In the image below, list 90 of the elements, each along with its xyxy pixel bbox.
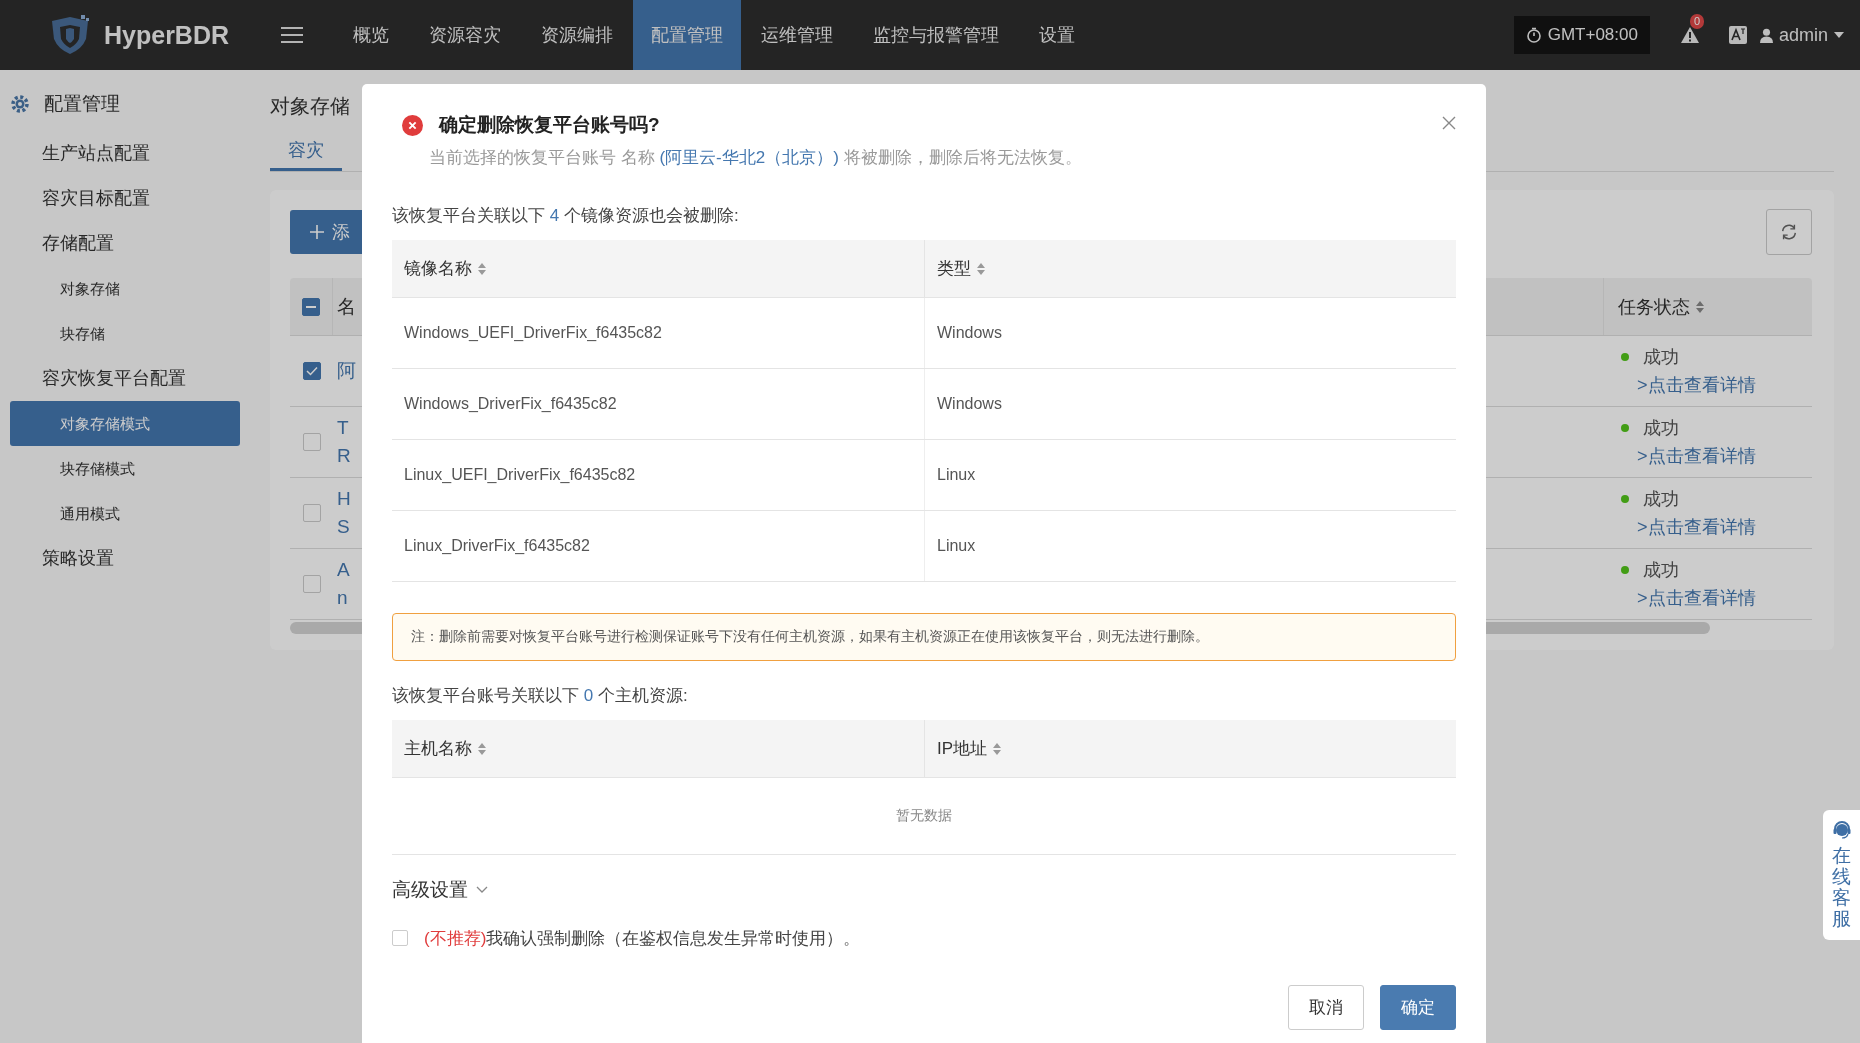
table-cell: Linux_UEFI_DriverFix_f6435c82 — [404, 466, 636, 484]
account-link[interactable]: (阿里云-华北2（北京）) — [659, 148, 839, 167]
chevron-icon[interactable] — [476, 886, 488, 894]
cancel-button[interactable]: 取消 — [1288, 985, 1364, 1030]
account-name-link[interactable]: T — [337, 414, 349, 442]
sidebar-item[interactable]: 存储配置 — [0, 221, 240, 266]
sidebar-item[interactable]: 生产站点配置 — [0, 131, 240, 176]
table-cell: Linux — [937, 537, 976, 555]
column-header[interactable]: 任务状态 — [1618, 294, 1690, 319]
details-link[interactable]: >点击查看详情 — [1621, 442, 1756, 470]
status-text: 成功 — [1643, 559, 1679, 582]
account-name-link[interactable]: R — [337, 442, 351, 470]
column-header: 名 — [337, 294, 356, 319]
check-icon — [305, 366, 318, 376]
table-cell: Windows — [937, 395, 1002, 413]
tab[interactable]: 容灾 — [270, 132, 342, 171]
row-checkbox[interactable] — [302, 362, 321, 380]
status-text: 成功 — [1643, 346, 1679, 369]
account-name-link[interactable]: S — [337, 513, 350, 541]
nav-tab[interactable]: 监控与报警管理 — [853, 0, 1020, 70]
dialog-title: 确定删除恢复平台账号吗? — [439, 113, 660, 137]
warning-notice: 注：删除前需要对恢复平台账号进行检测保证账号下没有任何主机资源，如果有主机资源正在使用该恢复平台，则无法进行删除。 — [392, 613, 1456, 661]
sidebar-subitem[interactable]: 块存储模式 — [10, 446, 240, 491]
delete-description: 当前选择的恢复平台账号 名称 (阿里云-华北2（北京）) 将被删除，删除后将无法恢复。 — [428, 147, 1083, 169]
details-link[interactable]: >点击查看详情 — [1621, 513, 1756, 541]
account-name-link[interactable]: n — [337, 584, 348, 612]
nav-tab[interactable]: 概览 — [333, 0, 410, 70]
brand-name[interactable]: HyperBDR — [104, 20, 230, 50]
gear-icon — [10, 94, 30, 114]
menu-icon[interactable] — [281, 26, 304, 44]
alert-count-badge: 0 — [1689, 14, 1705, 29]
plus-icon — [310, 225, 324, 239]
table-cell: Windows — [937, 324, 1002, 342]
user-icon — [1759, 27, 1773, 43]
account-name-link[interactable]: 阿 — [337, 357, 356, 385]
refresh-button[interactable] — [1766, 209, 1812, 255]
column-header[interactable]: 主机名称 — [404, 737, 472, 760]
nav-tab[interactable]: 运维管理 — [741, 0, 854, 70]
clock-icon — [1525, 27, 1542, 43]
row-checkbox[interactable] — [302, 504, 321, 522]
select-all-checkbox[interactable] — [302, 297, 320, 316]
table-cell: Linux — [937, 466, 976, 484]
advanced-settings-toggle[interactable]: 高级设置 — [392, 877, 468, 903]
sidebar-item[interactable]: 容灾目标配置 — [0, 176, 240, 221]
empty-state-text: 暂无数据 — [896, 807, 952, 825]
page-title: 对象存储 — [270, 94, 351, 119]
sidebar-subitem[interactable]: 通用模式 — [10, 491, 240, 536]
table-cell: Linux_DriverFix_f6435c82 — [404, 537, 590, 555]
sort-icon[interactable] — [1696, 300, 1704, 313]
account-name-link[interactable]: A — [337, 556, 350, 584]
sidebar-subitem[interactable]: 对象存储 — [10, 266, 240, 311]
timezone-display[interactable]: GMT+08:00 — [1513, 16, 1650, 54]
sort-icon[interactable] — [478, 262, 486, 275]
sidebar-item[interactable]: 容灾恢复平台配置 — [0, 356, 240, 401]
confirm-button[interactable]: 确定 — [1380, 985, 1456, 1030]
nav-tab[interactable]: 配置管理 — [633, 0, 742, 70]
error-icon — [402, 114, 423, 136]
table-cell: Windows_UEFI_DriverFix_f6435c82 — [404, 324, 662, 342]
column-header[interactable]: 类型 — [937, 257, 971, 280]
nav-tab[interactable]: 资源容灾 — [409, 0, 522, 70]
sidebar-heading: 配置管理 — [44, 92, 120, 116]
host-count-text: 该恢复平台账号关联以下 0 个主机资源: — [392, 685, 689, 707]
sort-icon[interactable] — [977, 262, 985, 275]
force-delete-label: (不推荐)我确认强制删除（在鉴权信息发生异常时使用）。 — [424, 927, 861, 950]
close-icon[interactable] — [1442, 116, 1456, 130]
table-cell: Windows_DriverFix_f6435c82 — [404, 395, 617, 413]
details-link[interactable]: >点击查看详情 — [1621, 371, 1756, 399]
account-name-link[interactable]: H — [337, 485, 351, 513]
refresh-icon — [1780, 223, 1798, 241]
status-text: 成功 — [1643, 417, 1679, 440]
status-text: 成功 — [1643, 488, 1679, 511]
column-header[interactable]: IP地址 — [937, 737, 988, 760]
details-link[interactable]: >点击查看详情 — [1621, 584, 1756, 612]
sidebar-item[interactable]: 策略设置 — [0, 536, 240, 581]
headset-icon — [1831, 820, 1852, 840]
row-checkbox[interactable] — [302, 433, 321, 451]
caret-down-icon[interactable] — [1834, 32, 1844, 38]
row-checkbox[interactable] — [302, 575, 321, 593]
column-header[interactable]: 镜像名称 — [404, 257, 472, 280]
warning-icon[interactable] — [1679, 26, 1700, 44]
sort-icon[interactable] — [478, 742, 486, 755]
sidebar-subitem[interactable]: 块存储 — [10, 311, 240, 356]
user-menu[interactable]: admin — [1778, 24, 1828, 46]
nav-tab[interactable]: 资源编排 — [521, 0, 634, 70]
sidebar-subitem[interactable]: 对象存储模式 — [10, 401, 240, 446]
support-widget[interactable]: 在线客服 — [1823, 810, 1860, 940]
translate-icon[interactable] — [1727, 25, 1748, 45]
nav-tab[interactable]: 设置 — [1019, 0, 1096, 70]
force-delete-checkbox[interactable] — [392, 930, 408, 946]
sort-icon[interactable] — [993, 742, 1002, 755]
